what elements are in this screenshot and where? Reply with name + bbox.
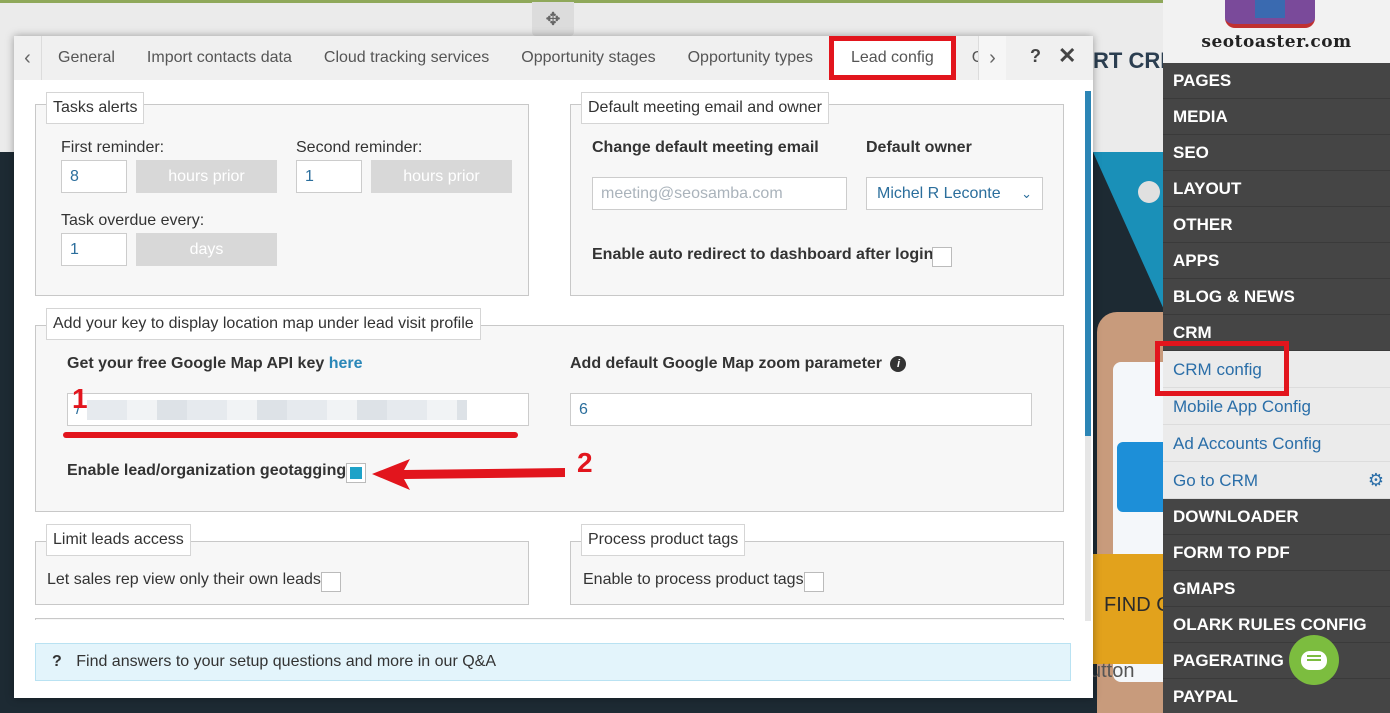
auto-redirect-label: Enable auto redirect to dashboard after … xyxy=(592,246,934,263)
chat-button[interactable] xyxy=(1289,635,1339,685)
annotation-underline xyxy=(63,432,518,438)
default-owner-label: Default owner xyxy=(866,139,972,156)
leads-access-legend: Limit leads access xyxy=(46,524,191,556)
sidebar-item-form-to-pdf[interactable]: FORM TO PDF xyxy=(1163,535,1390,571)
sidebar-item-seo[interactable]: SEO xyxy=(1163,135,1390,171)
sidebar-item-crm[interactable]: CRM xyxy=(1163,315,1390,351)
dialog-content: Tasks alerts First reminder: 8 hours pri… xyxy=(14,80,1093,620)
geotagging-checkbox[interactable] xyxy=(346,463,366,483)
crm-config-dialog: ‹ General Import contacts data Cloud tra… xyxy=(14,36,1093,698)
hero-image xyxy=(1093,152,1165,713)
qa-info-bar: ? Find answers to your setup questions a… xyxy=(35,643,1071,681)
gear-icon: ⚙ xyxy=(1367,470,1384,490)
product-tags-checkbox[interactable] xyxy=(804,572,824,592)
sidebar-subitem-go-to-crm[interactable]: Go to CRM ⚙ xyxy=(1163,462,1390,499)
toaster-logo-icon xyxy=(1225,0,1315,28)
auto-redirect-checkbox[interactable] xyxy=(932,247,952,267)
chevron-left-icon[interactable]: ‹ xyxy=(14,36,42,80)
sidebar-item-media[interactable]: MEDIA xyxy=(1163,99,1390,135)
go-to-crm-label: Go to CRM xyxy=(1173,471,1259,490)
task-overdue-input[interactable]: 1 xyxy=(61,233,127,266)
sidebar-subitem-ad-accounts-config[interactable]: Ad Accounts Config xyxy=(1163,425,1390,462)
zoom-label-group: Add default Google Map zoom parameter i xyxy=(570,355,907,373)
second-reminder-label: Second reminder: xyxy=(296,139,423,156)
chevron-right-icon[interactable]: › xyxy=(978,36,1006,80)
first-reminder-label: First reminder: xyxy=(61,139,165,156)
geotagging-label: Enable lead/organization geotagging xyxy=(67,462,347,479)
slider-dot[interactable] xyxy=(1138,181,1160,203)
chevron-down-icon: ⌄ xyxy=(1021,186,1032,201)
annotation-number-one: 1 xyxy=(72,383,88,414)
admin-sidebar: seotoaster.com PAGES MEDIA SEO LAYOUT OT… xyxy=(1163,0,1390,713)
product-tags-legend: Process product tags xyxy=(581,524,746,556)
default-owner-value: Michel R Leconte xyxy=(877,185,1001,202)
page-title-fragment: RT CRI xyxy=(1093,48,1167,73)
qa-text[interactable]: Find answers to your setup questions and… xyxy=(76,653,496,670)
leads-access-label: Let sales rep view only their own leads xyxy=(47,571,321,588)
sidebar-item-downloader[interactable]: DOWNLOADER xyxy=(1163,499,1390,535)
first-reminder-input[interactable]: 8 xyxy=(61,160,127,193)
tasks-alerts-legend: Tasks alerts xyxy=(46,92,145,124)
sidebar-item-layout[interactable]: LAYOUT xyxy=(1163,171,1390,207)
product-tags-label: Enable to process product tags xyxy=(583,571,804,588)
sidebar-item-pagerating[interactable]: PAGERATING xyxy=(1163,643,1390,679)
meeting-email-input[interactable]: meeting@seosamba.com xyxy=(592,177,847,210)
second-reminder-unit: hours prior xyxy=(371,160,512,193)
seotoaster-logo[interactable]: seotoaster.com xyxy=(1163,0,1390,63)
tasks-alerts-section xyxy=(35,104,529,296)
tab-cloud-tracking-services[interactable]: Cloud tracking services xyxy=(308,36,505,80)
zoom-input[interactable]: 6 xyxy=(570,393,1032,426)
sidebar-item-apps[interactable]: APPS xyxy=(1163,243,1390,279)
question-icon: ? xyxy=(52,653,62,670)
chat-bubble-icon xyxy=(1301,650,1327,670)
help-icon[interactable]: ? xyxy=(1030,46,1041,67)
next-section-edge xyxy=(35,618,1064,620)
api-key-input[interactable]: / xyxy=(67,393,529,426)
sidebar-item-gmaps[interactable]: GMAPS xyxy=(1163,571,1390,607)
close-icon[interactable]: ✕ xyxy=(1058,43,1076,69)
sidebar-subitem-crm-config[interactable]: CRM config xyxy=(1163,351,1390,388)
sidebar-subitem-mobile-app-config[interactable]: Mobile App Config xyxy=(1163,388,1390,425)
sidebar-item-other[interactable]: OTHER xyxy=(1163,207,1390,243)
task-overdue-label: Task overdue every: xyxy=(61,212,205,229)
api-key-label-group: Get your free Google Map API key here xyxy=(67,355,363,373)
sidebar-item-paypal[interactable]: PAYPAL xyxy=(1163,679,1390,713)
api-key-redacted xyxy=(86,399,467,420)
scrollbar-thumb[interactable] xyxy=(1085,91,1091,436)
sidebar-item-blog-news[interactable]: BLOG & NEWS xyxy=(1163,279,1390,315)
api-key-here-link[interactable]: here xyxy=(329,355,363,372)
sidebar-item-olark-rules-config[interactable]: OLARK RULES CONFIG xyxy=(1163,607,1390,643)
task-overdue-unit: days xyxy=(136,233,277,266)
first-reminder-unit: hours prior xyxy=(136,160,277,193)
info-icon[interactable]: i xyxy=(890,355,907,372)
second-reminder-input[interactable]: 1 xyxy=(296,160,362,193)
api-key-label: Get your free Google Map API key xyxy=(67,355,325,372)
map-key-legend: Add your key to display location map und… xyxy=(46,308,481,340)
annotation-arrow-icon xyxy=(372,459,565,490)
tab-bar: ‹ General Import contacts data Cloud tra… xyxy=(14,36,1093,80)
annotation-number-two: 2 xyxy=(577,447,593,478)
sidebar-item-pages[interactable]: PAGES xyxy=(1163,63,1390,99)
hero-button-text: utton xyxy=(1090,660,1135,682)
tab-opportunity-types[interactable]: Opportunity types xyxy=(672,36,829,80)
zoom-label: Add default Google Map zoom parameter xyxy=(570,355,883,372)
meeting-legend: Default meeting email and owner xyxy=(581,92,829,124)
tab-opportunity-stages[interactable]: Opportunity stages xyxy=(505,36,671,80)
hero-find-text: FIND C xyxy=(1104,594,1171,616)
tab-general[interactable]: General xyxy=(42,36,131,80)
dialog-scrollbar[interactable] xyxy=(1085,91,1091,621)
leads-access-checkbox[interactable] xyxy=(321,572,341,592)
meeting-email-label: Change default meeting email xyxy=(592,139,819,156)
tab-lead-config[interactable]: Lead config xyxy=(829,36,956,80)
default-owner-select[interactable]: Michel R Leconte ⌄ xyxy=(866,177,1043,210)
tab-import-contacts-data[interactable]: Import contacts data xyxy=(131,36,308,80)
move-icon[interactable]: ✥ xyxy=(532,2,574,36)
